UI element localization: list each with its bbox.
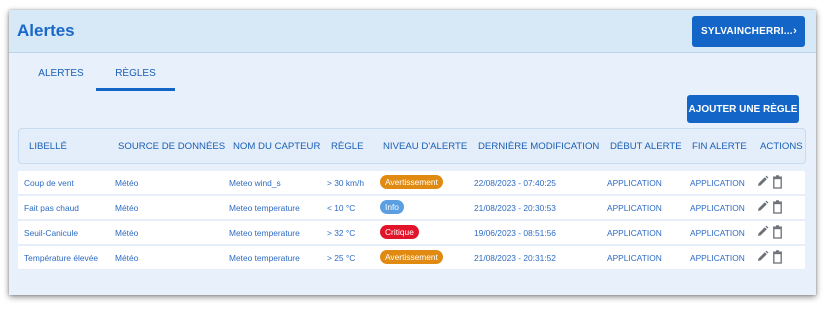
cell-debut: APPLICATION: [607, 203, 662, 213]
rules-table-body: Coup de vent Météo Meteo wind_s > 30 km/…: [18, 171, 805, 271]
column-header-regle: RÈGLE: [331, 141, 364, 152]
cell-source: Météo: [115, 253, 139, 263]
cell-modification: 21/08/2023 - 20:30:53: [474, 203, 556, 213]
cell-capteur: Meteo temperature: [229, 203, 300, 213]
table-row: Coup de vent Météo Meteo wind_s > 30 km/…: [18, 171, 805, 195]
app-header: Alertes SYLVAINCHERRI... ›: [9, 10, 816, 53]
column-header-fin: FIN ALERTE: [692, 141, 747, 152]
row-actions: [756, 175, 786, 191]
trash-icon[interactable]: [771, 175, 784, 189]
cell-regle: > 30 km/h: [327, 178, 365, 188]
cell-fin: APPLICATION: [690, 228, 745, 238]
column-header-niveau: NIVEAU D'ALERTE: [383, 141, 468, 152]
cell-modification: 19/06/2023 - 08:51:56: [474, 228, 556, 238]
cell-regle: < 10 °C: [327, 203, 356, 213]
cell-source: Météo: [115, 178, 139, 188]
alert-level-badge: Critique: [380, 225, 419, 239]
alerts-card: Alertes SYLVAINCHERRI... › ALERTES RÈGLE…: [9, 10, 816, 295]
pencil-icon[interactable]: [756, 250, 769, 264]
page-title: Alertes: [17, 21, 75, 40]
pencil-icon[interactable]: [756, 175, 769, 189]
cell-libelle: Température élevée: [24, 253, 99, 263]
table-header: LIBELLÉ SOURCE DE DONNÉES NOM DU CAPTEUR…: [18, 128, 806, 164]
cell-modification: 21/08/2023 - 20:31:52: [474, 253, 556, 263]
cell-modification: 22/08/2023 - 07:40:25: [474, 178, 556, 188]
cell-regle: > 32 °C: [327, 228, 356, 238]
alert-level-badge: Info: [380, 200, 404, 214]
user-menu-button[interactable]: SYLVAINCHERRI... ›: [692, 16, 805, 47]
cell-capteur: Meteo temperature: [229, 253, 300, 263]
tab-alertes[interactable]: ALERTES: [29, 68, 93, 88]
column-header-source: SOURCE DE DONNÉES: [118, 141, 226, 152]
cell-libelle: Coup de vent: [24, 178, 74, 188]
trash-icon[interactable]: [771, 225, 784, 239]
cell-libelle: Fait pas chaud: [24, 203, 79, 213]
column-header-libelle: LIBELLÉ: [29, 141, 67, 152]
cell-fin: APPLICATION: [690, 203, 745, 213]
table-row: Fait pas chaud Météo Meteo temperature <…: [18, 196, 805, 220]
alert-level-badge: Avertissement: [380, 175, 443, 189]
cell-source: Météo: [115, 203, 139, 213]
pencil-icon[interactable]: [756, 200, 769, 214]
cell-fin: APPLICATION: [690, 178, 745, 188]
trash-icon[interactable]: [771, 200, 784, 214]
column-header-actions: ACTIONS: [760, 141, 803, 152]
column-header-modification: DERNIÈRE MODIFICATION: [478, 141, 600, 152]
trash-icon[interactable]: [771, 250, 784, 264]
cell-capteur: Meteo wind_s: [229, 178, 281, 188]
column-header-capteur: NOM DU CAPTEUR: [233, 141, 321, 152]
row-actions: [756, 250, 786, 266]
cell-source: Météo: [115, 228, 139, 238]
cell-debut: APPLICATION: [607, 228, 662, 238]
tab-regles[interactable]: RÈGLES: [96, 68, 175, 91]
cell-debut: APPLICATION: [607, 178, 662, 188]
table-row: Température élevée Météo Meteo temperatu…: [18, 246, 805, 270]
user-name: SYLVAINCHERRI...: [701, 26, 793, 37]
add-rule-button[interactable]: AJOUTER UNE RÈGLE: [687, 95, 799, 123]
cell-debut: APPLICATION: [607, 253, 662, 263]
pencil-icon[interactable]: [756, 225, 769, 239]
alert-level-badge: Avertissement: [380, 250, 443, 264]
row-actions: [756, 225, 786, 241]
cell-fin: APPLICATION: [690, 253, 745, 263]
column-header-debut: DÉBUT ALERTE: [610, 141, 682, 152]
chevron-right-icon: ›: [793, 25, 797, 37]
cell-regle: > 25 °C: [327, 253, 356, 263]
cell-libelle: Seuil-Canicule: [24, 228, 78, 238]
table-row: Seuil-Canicule Météo Meteo temperature >…: [18, 221, 805, 245]
cell-capteur: Meteo temperature: [229, 228, 300, 238]
row-actions: [756, 200, 786, 216]
